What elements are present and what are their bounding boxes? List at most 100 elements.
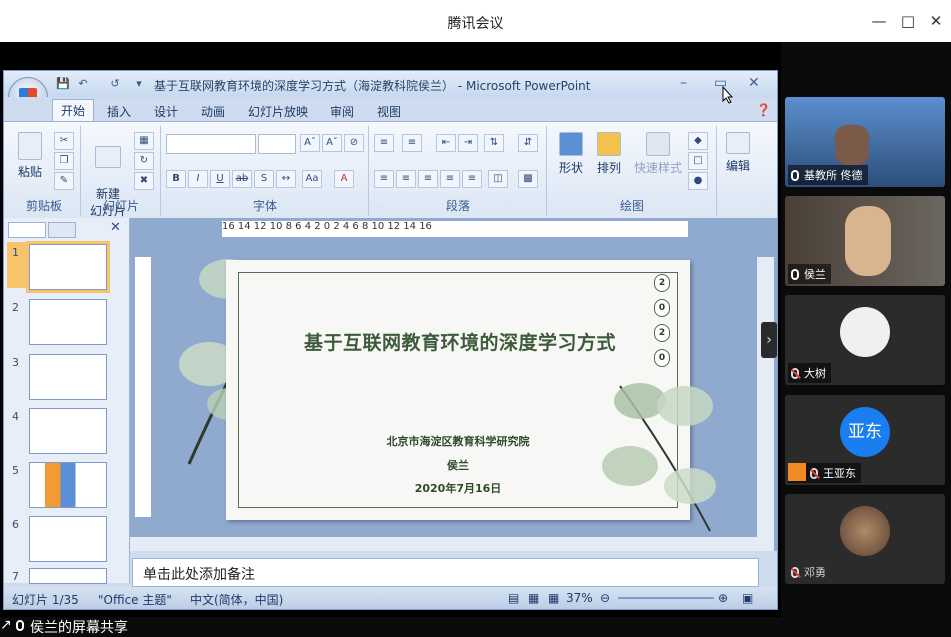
group-paragraph: ≡ ≡ ⇤ ⇥ ⇅ ⇵ ≡ ≡ ≡ ≡ ≡ ◫ ▩ 段落 [370, 126, 547, 216]
participant-tile[interactable]: 大树 [785, 295, 945, 385]
participant-video [845, 206, 891, 276]
tab-slideshow[interactable]: 幻灯片放映 [240, 101, 316, 122]
mouse-cursor-icon [722, 86, 734, 104]
save-icon[interactable]: 💾 [56, 77, 70, 91]
char-spacing-icon[interactable]: ↔ [276, 170, 296, 188]
layout-icon[interactable]: ▦ [134, 132, 154, 150]
close-icon[interactable]: ✕ [926, 11, 946, 31]
ppt-close-icon[interactable]: ✕ [748, 75, 760, 91]
tab-review[interactable]: 审阅 [322, 101, 362, 122]
shapes-icon [559, 132, 583, 156]
collapse-panel-icon[interactable]: › [761, 322, 777, 358]
shadow-icon[interactable]: S [254, 170, 274, 188]
zoom-out-icon[interactable]: ⊖ [600, 591, 610, 605]
italic-icon[interactable]: I [188, 170, 208, 188]
decrease-indent-icon[interactable]: ⇤ [436, 134, 456, 152]
shape-fill-icon[interactable]: ◆ [688, 132, 708, 150]
participant-tile[interactable]: 基教所 佟德 [785, 97, 945, 187]
format-painter-icon[interactable]: ✎ [54, 172, 74, 190]
grow-font-icon[interactable]: Aˆ [300, 134, 320, 152]
thumb-number: 7 [12, 570, 19, 583]
tab-design[interactable]: 设计 [146, 101, 186, 122]
horizontal-scrollbar[interactable] [130, 537, 757, 551]
tab-home[interactable]: 开始 [52, 99, 95, 122]
new-slide-icon [95, 146, 121, 168]
ppt-minimize-icon[interactable]: – [680, 75, 687, 91]
cut-icon[interactable]: ✂ [54, 132, 74, 150]
distribute-icon[interactable]: ≡ [462, 170, 482, 188]
increase-indent-icon[interactable]: ⇥ [458, 134, 478, 152]
fit-window-icon[interactable]: ▣ [742, 591, 753, 605]
qat-dropdown-icon[interactable]: ▾ [132, 77, 146, 91]
reset-icon[interactable]: ↻ [134, 152, 154, 170]
line-spacing-icon[interactable]: ⇅ [484, 134, 504, 152]
close-pane-icon[interactable]: ✕ [110, 220, 121, 235]
thumbnail-slide-7[interactable] [29, 568, 107, 584]
font-name-combo[interactable] [166, 134, 256, 154]
microphone-icon [16, 620, 24, 631]
maximize-icon[interactable]: □ [898, 11, 918, 31]
group-slides: 新建 幻灯片 ▦ ↻ ✖ 幻灯片 [82, 126, 161, 218]
thumbnail-slide-6[interactable] [29, 516, 107, 562]
notes-pane[interactable]: 单击此处添加备注 [132, 558, 759, 587]
align-left-icon[interactable]: ≡ [374, 170, 394, 188]
sorter-view-icon[interactable]: ▦ [528, 591, 539, 605]
tab-animation[interactable]: 动画 [193, 101, 233, 122]
slideshow-view-icon[interactable]: ▦ [548, 591, 559, 605]
leaf-decoration-right [602, 383, 716, 532]
tab-insert[interactable]: 插入 [99, 101, 139, 122]
clear-format-icon[interactable]: ⊘ [344, 134, 364, 152]
delete-slide-icon[interactable]: ✖ [134, 172, 154, 190]
thumbnail-slide-5[interactable] [29, 462, 107, 508]
editing-button[interactable]: 编辑 [720, 132, 756, 174]
align-right-icon[interactable]: ≡ [418, 170, 438, 188]
thumbnail-slide-3[interactable] [29, 354, 107, 400]
vertical-scrollbar[interactable] [757, 257, 774, 551]
zoom-slider[interactable] [618, 597, 714, 599]
thumbnail-slide-2[interactable] [29, 299, 107, 345]
underline-icon[interactable]: U [210, 170, 230, 188]
binoculars-icon [726, 132, 750, 154]
participant-tile[interactable]: 侯兰 [785, 196, 945, 286]
help-icon[interactable]: ❓ [748, 101, 779, 119]
zoom-in-icon[interactable]: ⊕ [718, 591, 728, 605]
thumbnail-slide-1[interactable] [26, 241, 110, 293]
columns-icon[interactable]: ◫ [488, 170, 508, 188]
paste-button[interactable]: 粘贴 [14, 132, 46, 180]
strikethrough-icon[interactable]: ab [232, 170, 252, 188]
font-color-icon[interactable]: A [334, 170, 354, 188]
smartart-icon[interactable]: ▩ [518, 170, 538, 188]
copy-icon[interactable]: ❐ [54, 152, 74, 170]
language-indicator[interactable]: 中文(简体，中国) [190, 591, 283, 608]
microphone-muted-icon [810, 468, 818, 479]
numbering-icon[interactable]: ≡ [402, 134, 422, 152]
redo-icon[interactable]: ↺ [108, 77, 122, 91]
justify-icon[interactable]: ≡ [440, 170, 460, 188]
arrange-button[interactable]: 排列 [592, 132, 626, 176]
normal-view-icon[interactable]: ▤ [508, 591, 519, 605]
shape-outline-icon[interactable]: □ [688, 152, 708, 170]
align-center-icon[interactable]: ≡ [396, 170, 416, 188]
undo-icon[interactable]: ↶ [76, 77, 90, 91]
shrink-font-icon[interactable]: Aˇ [322, 134, 342, 152]
thumb-number: 2 [12, 301, 19, 314]
participant-tile[interactable]: 亚东 王亚东 [785, 395, 945, 485]
text-direction-icon[interactable]: ⇵ [518, 134, 538, 152]
shapes-button[interactable]: 形状 [554, 132, 588, 176]
ppt-title-bar: 💾 ↶ ↺ ▾ 基于互联网教育环境的深度学习方式（海淀教科院侯兰） - Micr… [4, 71, 777, 97]
quick-styles-label: 快速样式 [633, 161, 682, 175]
bullets-icon[interactable]: ≡ [374, 134, 394, 152]
font-size-combo[interactable] [258, 134, 296, 154]
participant-tile[interactable]: 邓勇 [785, 494, 945, 584]
bold-icon[interactable]: B [166, 170, 186, 188]
zoom-level[interactable]: 37% [566, 591, 593, 605]
outline-tab[interactable] [48, 222, 76, 238]
minimize-icon[interactable]: — [869, 11, 889, 31]
thumbnail-slide-4[interactable] [29, 408, 107, 454]
slides-tab[interactable] [8, 222, 46, 238]
change-case-icon[interactable]: Aa [302, 170, 322, 188]
thumb-number: 3 [12, 356, 19, 369]
quick-styles-button[interactable]: 快速样式 [630, 132, 686, 176]
shape-effects-icon[interactable]: ● [688, 172, 708, 190]
tab-view[interactable]: 视图 [369, 101, 409, 122]
